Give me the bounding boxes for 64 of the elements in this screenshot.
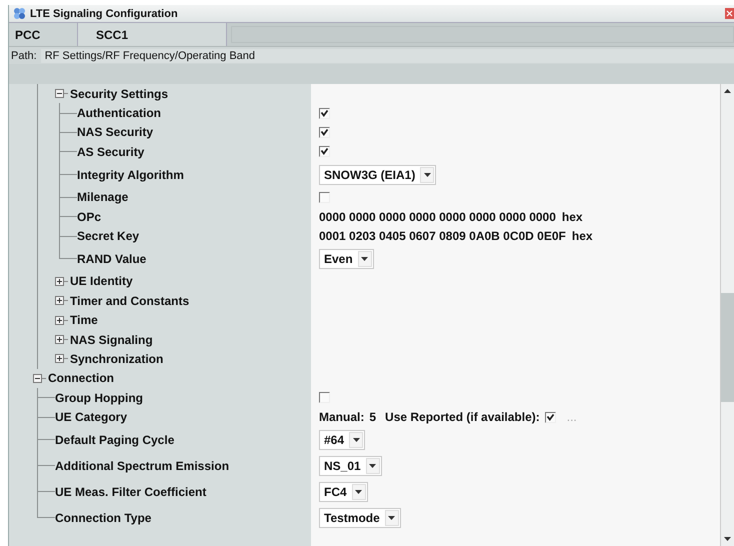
caret-icon [369, 464, 376, 468]
tree-item-label[interactable]: AS Security [77, 142, 144, 162]
expand-icon[interactable] [55, 316, 64, 325]
tree-item-label[interactable]: UE Category [55, 407, 128, 427]
dropdown[interactable]: Even [319, 248, 374, 269]
tab[interactable]: SCC1 [78, 23, 227, 46]
use-reported-checkbox[interactable] [544, 412, 556, 423]
tree-item-label[interactable]: UE Identity [70, 272, 133, 292]
path-label: Path: [11, 50, 37, 62]
tree-item-label[interactable]: Additional Spectrum Emission [55, 452, 230, 479]
checkbox[interactable] [319, 392, 330, 404]
checkbox[interactable] [319, 108, 330, 119]
checkbox[interactable] [319, 126, 330, 138]
tree-item-label[interactable]: Authentication [77, 103, 161, 123]
tab[interactable]: PCC [9, 23, 78, 46]
tree-item-label[interactable]: OPc [77, 206, 102, 226]
checkbox[interactable] [319, 146, 330, 158]
use-reported-label: Use Reported (if available): [385, 410, 540, 424]
tree-item-label[interactable]: Synchronization [70, 349, 164, 369]
expand-icon[interactable] [55, 296, 64, 306]
value-text: 0000 0000 0000 0000 0000 0000 0000 0000 [319, 210, 556, 224]
tree-item-label[interactable]: NAS Signaling [70, 330, 153, 350]
scroll-thumb[interactable] [721, 292, 734, 402]
scrollbar[interactable] [720, 84, 734, 546]
close-icon[interactable] [725, 8, 734, 19]
manual-value: 5 [369, 410, 376, 424]
dropdown[interactable]: #64 [319, 430, 366, 450]
dropdown[interactable]: Testmode [319, 508, 401, 528]
dropdown[interactable]: FC4 [319, 482, 368, 502]
tree-item-label[interactable]: Group Hopping [55, 388, 143, 408]
caret-icon [388, 516, 396, 520]
caret-icon [424, 172, 431, 177]
expand-icon[interactable] [55, 354, 64, 364]
expand-icon[interactable] [55, 276, 64, 286]
unit-label: hex [562, 210, 583, 224]
collapse-icon[interactable] [55, 89, 64, 98]
caret-icon [361, 256, 368, 261]
path-value: RF Settings/RF Frequency/Operating Band [40, 48, 734, 62]
tree-item-label[interactable]: Integrity Algorithm [77, 162, 184, 188]
scroll-up-icon[interactable] [724, 89, 731, 93]
expand-icon[interactable] [55, 335, 64, 344]
caret-icon [352, 438, 360, 442]
window-title: LTE Signaling Configuration [30, 8, 178, 20]
tree-item-label[interactable]: Security Settings [70, 84, 168, 104]
checkbox[interactable] [319, 192, 330, 203]
value-text: 0001 0203 0405 0607 0809 0A0B 0C0D 0E0F [319, 229, 566, 244]
manual-label: Manual: [319, 410, 364, 424]
tree-item-label[interactable]: UE Meas. Filter Coefficient [55, 478, 206, 505]
tree-item-label[interactable]: Timer and Constants [70, 291, 190, 311]
dropdown[interactable]: NS_01 [319, 456, 382, 476]
unit-label: hex [572, 229, 593, 244]
tree-item-label[interactable]: Time [70, 310, 98, 330]
tree-item-label[interactable]: Milenage [77, 188, 128, 207]
dropdown[interactable]: SNOW3G (EIA1) [319, 164, 436, 185]
collapse-icon[interactable] [33, 374, 42, 383]
tree-item-label[interactable]: Default Paging Cycle [55, 426, 174, 453]
tree-item-label[interactable]: NAS Security [77, 122, 154, 142]
tree-item-label[interactable]: Secret Key [77, 226, 140, 246]
tree-item-label[interactable]: Connection [48, 368, 114, 388]
caret-icon [355, 490, 362, 494]
tree-item-label[interactable]: Connection Type [55, 504, 152, 531]
tree-item-label[interactable]: RAND Value [77, 246, 146, 272]
app-logo-icon [13, 7, 26, 20]
scroll-down-icon[interactable] [724, 537, 731, 541]
